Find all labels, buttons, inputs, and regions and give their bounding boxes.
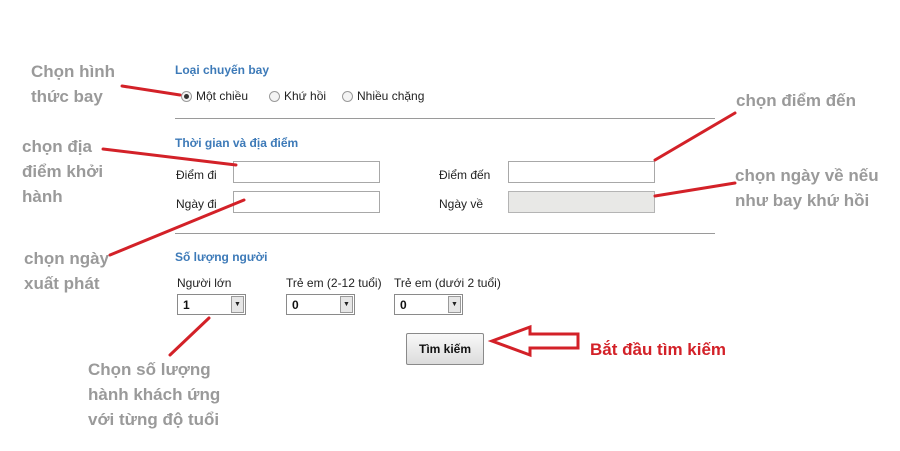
annotation-return-date-line-1: chọn ngày về nếu (735, 166, 879, 185)
annotation-origin: chọn địa điểm khởi hành (22, 134, 103, 209)
annotation-passengers-line-1: Chọn số lượng (88, 360, 211, 379)
arrow-left-icon (487, 324, 580, 358)
annotation-line-trip-type (120, 84, 182, 97)
annotation-start-search: Bắt đầu tìm kiếm (590, 340, 727, 359)
annotation-depart-date-line-2: xuất phát (24, 274, 100, 293)
annotation-line-origin (101, 147, 238, 167)
annotation-depart-date-line-1: chọn ngày (24, 249, 110, 268)
annotation-depart-date: chọn ngày xuất phát (24, 246, 109, 296)
annotation-return-date: chọn ngày về nếu như bay khứ hồi (735, 163, 879, 213)
annotation-line-passengers (168, 316, 211, 357)
annotation-origin-line-3: hành (22, 187, 63, 206)
annotation-origin-line-2: điểm khởi (22, 162, 104, 181)
annotation-trip-type-line-2: thức bay (31, 87, 103, 106)
annotation-trip-type-line-1: Chọn hình (31, 62, 116, 81)
annotation-line-destination (653, 111, 737, 162)
annotation-origin-line-1: chọn địa (22, 137, 92, 156)
annotation-line-return-date (653, 181, 737, 198)
annotation-passengers-line-2: hành khách ứng (88, 385, 221, 404)
annotation-trip-type: Chọn hình thức bay (31, 59, 115, 109)
annotation-return-date-line-2: như bay khứ hồi (735, 191, 870, 210)
annotation-line-depart-date (108, 198, 246, 257)
annotation-passengers-line-3: với từng độ tuổi (88, 410, 220, 429)
annotation-destination: chọn điểm đến (736, 91, 856, 110)
annotation-passengers: Chọn số lượng hành khách ứng với từng độ… (88, 357, 220, 432)
